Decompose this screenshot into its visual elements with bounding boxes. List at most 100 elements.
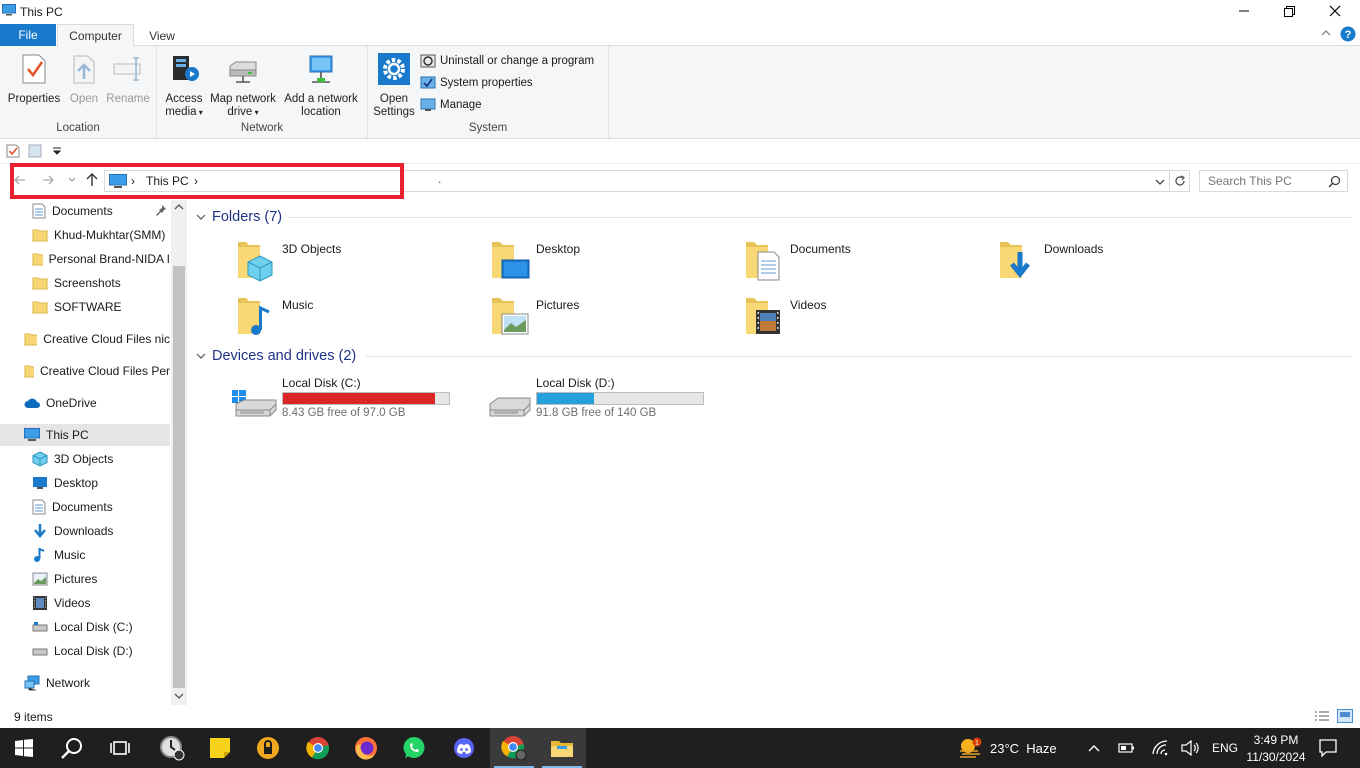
folders-header-label: Folders (7) — [212, 209, 283, 225]
nav-quick-documents[interactable]: Documents — [32, 200, 170, 222]
large-icons-view-icon[interactable] — [1337, 709, 1353, 723]
nav-quick-screenshots[interactable]: Screenshots — [32, 272, 170, 294]
tab-file[interactable]: File — [0, 24, 56, 46]
nav-quick-personal-brand[interactable]: Personal Brand-NIDA I — [32, 248, 170, 270]
folder-music[interactable]: Music — [236, 294, 466, 342]
drive-local-disk-d[interactable]: Local Disk (D:) 91.8 GB free of 140 GB — [484, 374, 724, 420]
videos-icon — [746, 298, 780, 334]
folder-pictures[interactable]: Pictures — [490, 294, 720, 342]
customize-toolbar-icon[interactable] — [52, 146, 62, 156]
restore-button[interactable] — [1266, 0, 1312, 22]
taskbar-app-vpn[interactable] — [244, 728, 292, 768]
drive-local-disk-c[interactable]: Local Disk (C:) 8.43 GB free of 97.0 GB — [230, 374, 470, 420]
start-button[interactable] — [0, 728, 48, 768]
manage-button[interactable]: Manage — [420, 96, 482, 114]
nav-creative-cloud-2[interactable]: Creative Cloud Files Per — [24, 360, 170, 382]
volume-indicator[interactable] — [1181, 728, 1201, 768]
close-button[interactable] — [1312, 0, 1358, 22]
nav-item-label: Creative Cloud Files nic — [43, 332, 170, 346]
clock-time: 3:49 PM — [1253, 732, 1299, 747]
scroll-up-icon[interactable] — [174, 203, 184, 211]
nav-pc-documents[interactable]: Documents — [32, 496, 170, 518]
network-indicator[interactable] — [1151, 728, 1169, 768]
open-button[interactable]: Open — [64, 52, 104, 106]
details-view-icon[interactable] — [1314, 710, 1330, 722]
pin-icon[interactable] — [156, 205, 167, 216]
taskbar-app-file-explorer[interactable] — [538, 728, 586, 768]
taskbar-app-clock[interactable] — [148, 728, 196, 768]
weather-widget[interactable]: 1 23°C Haze — [958, 728, 1057, 768]
folder-videos[interactable]: Videos — [744, 294, 974, 342]
dropdown-arrow-icon: ▾ — [196, 108, 203, 117]
search-box[interactable] — [1199, 170, 1348, 192]
nav-onedrive[interactable]: OneDrive — [24, 392, 170, 414]
search-taskbar-button[interactable] — [48, 728, 96, 768]
nav-pc-3d-objects[interactable]: 3D Objects — [32, 448, 170, 470]
folder-icon — [32, 253, 43, 266]
nav-pc-music[interactable]: Music — [32, 544, 170, 566]
rename-button[interactable]: Rename — [104, 52, 152, 106]
battery-indicator[interactable] — [1118, 728, 1136, 768]
input-language-indicator[interactable]: ENG — [1212, 728, 1238, 768]
nav-scrollbar-thumb[interactable] — [173, 266, 185, 688]
nav-item-label: 3D Objects — [54, 452, 114, 466]
nav-pc-local-disk-c[interactable]: Local Disk (C:) — [32, 616, 170, 638]
refresh-button[interactable] — [1170, 170, 1190, 192]
nav-this-pc[interactable]: This PC — [0, 424, 170, 446]
address-highlight-box — [10, 163, 404, 199]
properties-button[interactable]: Properties — [6, 52, 62, 106]
minimize-ribbon-button[interactable] — [1320, 27, 1332, 42]
nav-pc-desktop[interactable]: Desktop — [32, 472, 170, 494]
refresh-icon — [1174, 175, 1185, 186]
folder-downloads[interactable]: Downloads — [998, 238, 1228, 286]
chevron-down-icon[interactable] — [1155, 177, 1165, 187]
taskbar-app-firefox[interactable] — [342, 728, 390, 768]
properties-label: Properties — [7, 93, 61, 105]
notifications-button[interactable] — [1319, 728, 1337, 768]
clock[interactable]: 3:49 PM 11/30/2024 — [1246, 728, 1306, 768]
scroll-down-icon[interactable] — [174, 692, 184, 700]
nav-creative-cloud-1[interactable]: Creative Cloud Files nic — [24, 328, 170, 350]
nav-item-label: Music — [54, 548, 86, 562]
battery-icon — [1118, 743, 1134, 753]
nav-item-label: Network — [46, 676, 91, 690]
folder-documents[interactable]: Documents — [744, 238, 974, 286]
nav-network[interactable]: Network — [24, 672, 170, 694]
taskbar-app-chrome-profile[interactable] — [490, 728, 538, 768]
folder-3d-objects[interactable]: 3D Objects — [236, 238, 466, 286]
new-folder-small-icon[interactable] — [28, 144, 42, 158]
taskbar-app-discord[interactable] — [440, 728, 488, 768]
show-hidden-icons-button[interactable] — [1087, 728, 1101, 768]
documents-icon — [746, 242, 780, 281]
nav-pc-pictures[interactable]: Pictures — [32, 568, 170, 590]
folders-section-header[interactable]: Folders (7) — [196, 207, 282, 227]
nav-scrollbar[interactable] — [171, 200, 187, 705]
nav-pc-downloads[interactable]: Downloads — [32, 520, 170, 542]
taskbar-app-whatsapp[interactable] — [390, 728, 438, 768]
access-media-button[interactable]: Access media ▾ — [161, 52, 207, 119]
section-divider — [288, 217, 1352, 218]
search-input[interactable] — [1200, 171, 1326, 191]
nav-pc-videos[interactable]: Videos — [32, 592, 170, 614]
nav-quick-software[interactable]: SOFTWARE — [32, 296, 170, 318]
section-divider — [366, 356, 1352, 357]
folder-desktop[interactable]: Desktop — [490, 238, 720, 286]
minimize-button[interactable] — [1221, 0, 1267, 22]
nav-quick-khud-mukhtar[interactable]: Khud-Mukhtar(SMM) — [32, 224, 170, 246]
taskbar-app-chrome[interactable] — [294, 728, 342, 768]
nav-pc-local-disk-d[interactable]: Local Disk (D:) — [32, 640, 170, 662]
properties-small-icon[interactable] — [6, 144, 20, 158]
taskbar-app-sticky-notes[interactable] — [196, 728, 244, 768]
add-network-location-button[interactable]: Add a network location — [281, 52, 361, 119]
task-view-button[interactable] — [96, 728, 144, 768]
drives-section-header[interactable]: Devices and drives (2) — [196, 346, 356, 366]
search-icon[interactable] — [1328, 175, 1341, 188]
tab-computer[interactable]: Computer — [57, 24, 134, 47]
uninstall-program-button[interactable]: Uninstall or change a program — [420, 52, 594, 70]
map-network-drive-button[interactable]: Map network drive ▾ — [207, 52, 279, 119]
help-button[interactable]: ? — [1340, 26, 1356, 45]
tab-view[interactable]: View — [138, 24, 186, 47]
drive-name: Local Disk (D:) — [536, 376, 615, 390]
open-settings-button[interactable]: Open Settings — [372, 52, 416, 119]
system-properties-button[interactable]: System properties — [420, 74, 533, 92]
